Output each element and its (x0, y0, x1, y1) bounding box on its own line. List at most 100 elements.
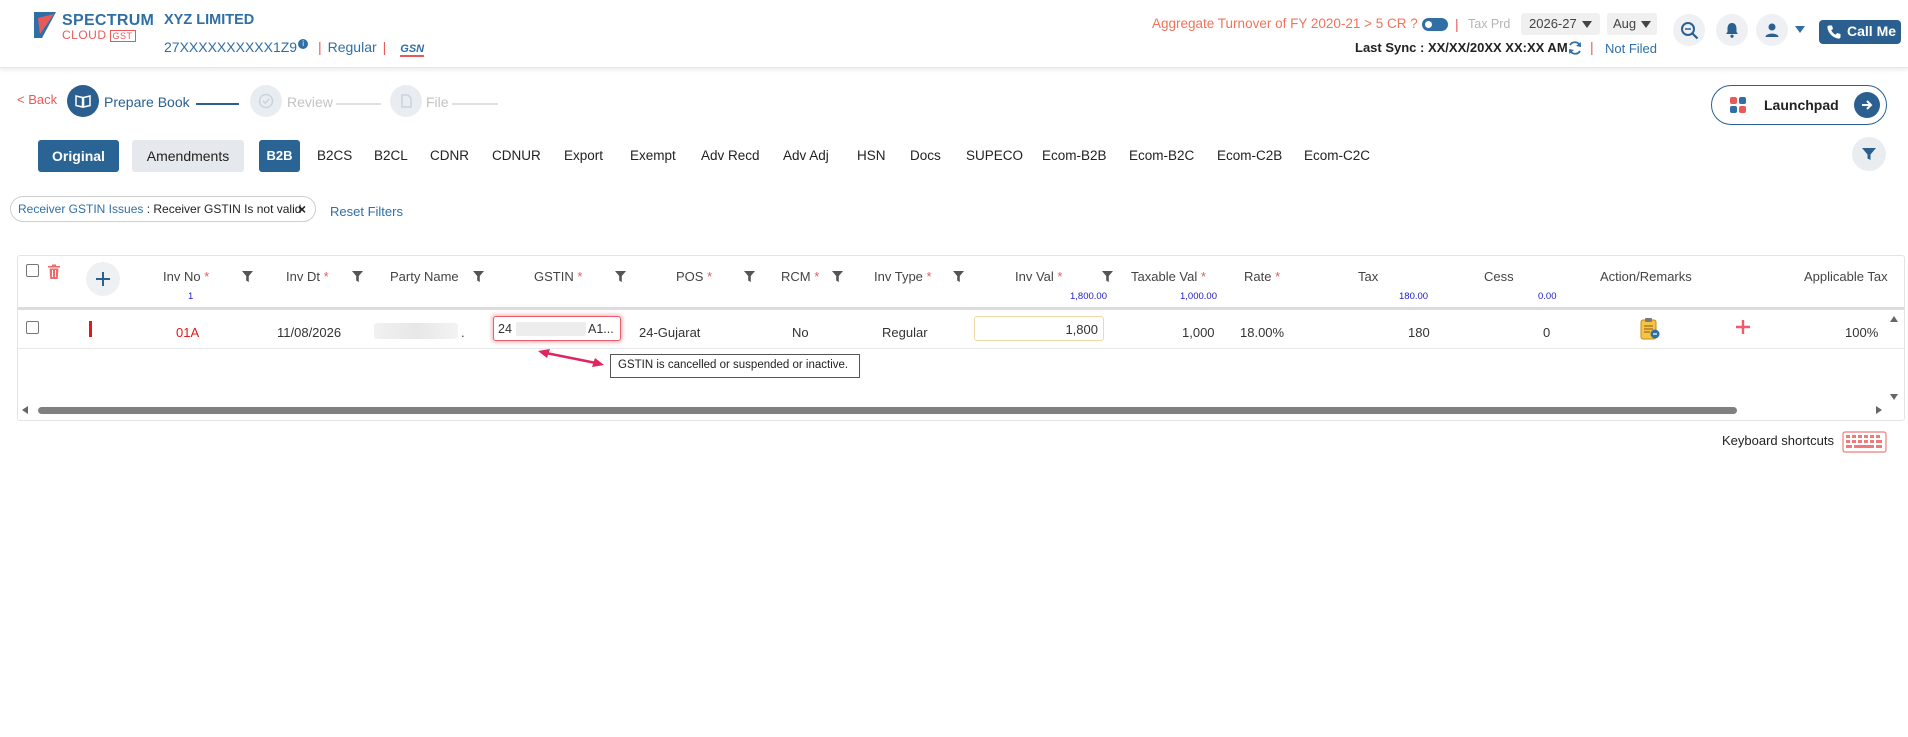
column-filter-icon[interactable] (473, 271, 484, 282)
tab-original[interactable]: Original (38, 140, 119, 172)
notifications-button[interactable] (1716, 14, 1748, 46)
section-tab-ecom-b2b[interactable]: Ecom-B2B (1042, 148, 1107, 163)
keyboard-shortcuts-label[interactable]: Keyboard shortcuts (1722, 433, 1834, 448)
step-file-label[interactable]: File (426, 94, 449, 110)
section-tab-exempt[interactable]: Exempt (630, 148, 676, 163)
section-tab-adv-recd[interactable]: Adv Recd (701, 148, 760, 163)
scroll-up-arrow-icon[interactable] (1890, 316, 1898, 322)
scrollbar-thumb[interactable] (38, 407, 1737, 414)
col-inv-type[interactable]: Inv Type * (874, 269, 932, 284)
col-action-remarks: Action/Remarks (1600, 269, 1692, 284)
column-filter-icon[interactable] (352, 271, 363, 282)
cell-cess[interactable]: 0 (1543, 325, 1550, 340)
column-filter-icon[interactable] (953, 271, 964, 282)
cell-tax[interactable]: 180 (1408, 325, 1430, 340)
column-filter-icon[interactable] (615, 271, 626, 282)
cell-taxable-val[interactable]: 1,000 (1182, 325, 1215, 340)
col-gstin[interactable]: GSTIN * (534, 269, 582, 284)
party-name-redacted (374, 323, 458, 339)
col-cess[interactable]: Cess (1484, 269, 1514, 284)
user-avatar-button[interactable] (1756, 14, 1788, 46)
scroll-down-arrow-icon[interactable] (1890, 394, 1898, 400)
close-icon[interactable]: × (298, 201, 306, 217)
step-file-circle[interactable] (390, 85, 422, 117)
year-select[interactable]: 2026-27 (1521, 13, 1600, 35)
search-button[interactable] (1673, 14, 1705, 46)
cell-inv-dt[interactable]: 11/08/2026 (277, 325, 341, 340)
cell-rcm[interactable]: No (792, 325, 809, 340)
col-inv-no[interactable]: Inv No * (163, 269, 209, 284)
col-inv-val[interactable]: Inv Val * (1015, 269, 1062, 284)
user-menu-caret-icon[interactable] (1795, 26, 1805, 33)
step-prepare-book-circle[interactable] (67, 85, 99, 117)
remarks-clipboard-icon[interactable] (1639, 317, 1661, 341)
section-tab-adv-adj[interactable]: Adv Adj (783, 148, 829, 163)
cell-inv-no[interactable]: 01A (176, 325, 199, 340)
reset-filters-link[interactable]: Reset Filters (330, 204, 403, 219)
table-row[interactable]: 01A 11/08/2026 . 24 A1... 24-Gujarat No … (18, 313, 1904, 349)
inv-no-summary: 1 (188, 291, 194, 302)
column-filter-icon[interactable] (832, 271, 843, 282)
step-connector (336, 103, 381, 105)
cell-inv-type[interactable]: Regular (882, 325, 928, 340)
launchpad-button[interactable]: Launchpad (1711, 85, 1887, 125)
step-review-circle[interactable] (250, 85, 282, 117)
scroll-left-arrow-icon[interactable] (22, 406, 28, 414)
cell-gstin-invalid[interactable]: 24 A1... (493, 316, 621, 341)
col-pos[interactable]: POS * (676, 269, 712, 284)
section-tab-ecom-c2c[interactable]: Ecom-C2C (1304, 148, 1370, 163)
col-applicable-tax[interactable]: Applicable Tax (1804, 269, 1888, 284)
add-row-button[interactable] (86, 262, 120, 296)
section-tab-b2cl[interactable]: B2CL (374, 148, 408, 163)
cell-pos[interactable]: 24-Gujarat (639, 325, 700, 340)
col-taxable-val[interactable]: Taxable Val * (1131, 269, 1206, 284)
tab-amendments[interactable]: Amendments (132, 140, 244, 172)
section-tab-supeco[interactable]: SUPECO (966, 148, 1023, 163)
add-remark-plus-icon[interactable] (1735, 319, 1751, 335)
call-me-button[interactable]: Call Me (1819, 20, 1901, 44)
section-tab-ecom-c2b[interactable]: Ecom-C2B (1217, 148, 1282, 163)
section-tab-export[interactable]: Export (564, 148, 603, 163)
inv-val-value: 1,800 (1065, 322, 1098, 337)
section-tab-docs[interactable]: Docs (910, 148, 941, 163)
col-tax[interactable]: Tax (1358, 269, 1378, 284)
cell-applicable-tax[interactable]: 100% (1845, 325, 1878, 340)
trash-icon[interactable] (47, 264, 61, 280)
horizontal-scrollbar[interactable] (20, 404, 1904, 416)
keyboard-icon[interactable] (1842, 431, 1887, 453)
spectrum-logo[interactable]: SPECTRUM CLOUD GST (34, 10, 154, 42)
double-arrow-icon (538, 349, 604, 367)
col-rate[interactable]: Rate * (1244, 269, 1280, 284)
section-tab-cdnr[interactable]: CDNR (430, 148, 469, 163)
required-mark: * (577, 269, 583, 284)
month-select[interactable]: Aug (1607, 13, 1657, 35)
col-inv-dt[interactable]: Inv Dt * (286, 269, 329, 284)
section-tab-hsn[interactable]: HSN (857, 148, 886, 163)
row-checkbox[interactable] (26, 321, 39, 334)
filter-button[interactable] (1852, 137, 1886, 171)
column-filter-icon[interactable] (242, 271, 253, 282)
section-tab-b2b[interactable]: B2B (259, 140, 300, 172)
col-rcm[interactable]: RCM * (781, 269, 819, 284)
required-mark: * (204, 269, 210, 284)
cell-inv-val[interactable]: 1,800 (974, 316, 1104, 341)
col-party-name[interactable]: Party Name (390, 269, 459, 284)
info-icon[interactable]: i (298, 39, 309, 49)
column-filter-icon[interactable] (744, 271, 755, 282)
select-all-checkbox[interactable] (26, 264, 39, 277)
scroll-right-arrow-icon[interactable] (1876, 406, 1882, 414)
section-tab-cdnur[interactable]: CDNUR (492, 148, 541, 163)
col-inv-dt-label: Inv Dt (286, 269, 320, 284)
step-review-label[interactable]: Review (287, 94, 333, 110)
gstin-prefix: 24 (498, 322, 512, 336)
section-tab-b2cs[interactable]: B2CS (317, 148, 352, 163)
cell-party-name[interactable]: . (461, 325, 465, 340)
step-connector (452, 103, 498, 105)
cell-rate[interactable]: 18.00% (1240, 325, 1284, 340)
step-prepare-book-label[interactable]: Prepare Book (104, 94, 190, 110)
column-filter-icon[interactable] (1102, 271, 1113, 282)
back-link[interactable]: < Back (17, 92, 57, 107)
turnover-toggle[interactable] (1422, 18, 1448, 31)
section-tab-ecom-b2c[interactable]: Ecom-B2C (1129, 148, 1194, 163)
refresh-icon[interactable] (1567, 40, 1583, 56)
